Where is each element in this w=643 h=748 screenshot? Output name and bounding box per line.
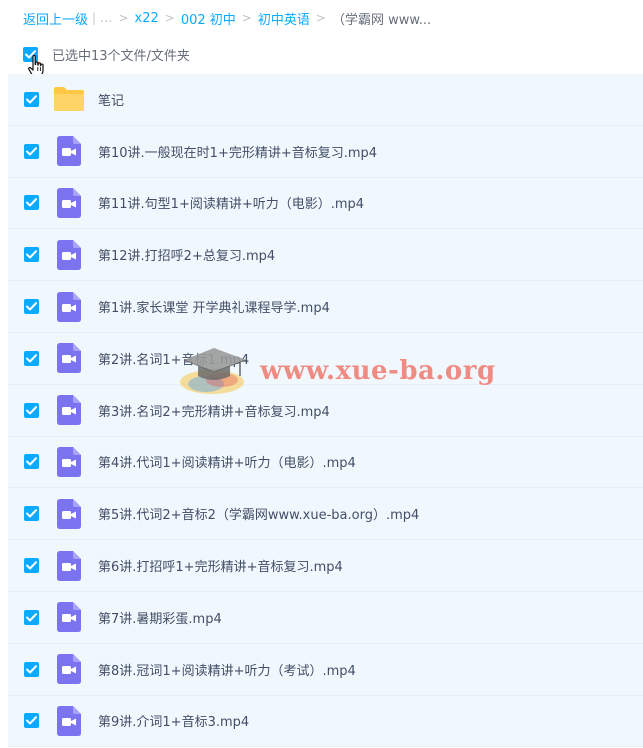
file-name[interactable]: 第10讲.一般现在时1+完形精讲+音标复习.mp4 [98, 142, 377, 161]
video-file-icon [53, 342, 85, 374]
file-row[interactable]: 第12讲.打招呼2+总复习.mp4 [8, 229, 643, 282]
video-file-icon [53, 291, 85, 323]
file-name[interactable]: 第6讲.打招呼1+完形精讲+音标复习.mp4 [98, 556, 343, 575]
file-name[interactable]: 笔记 [98, 90, 124, 109]
file-row[interactable]: 第9讲.介词1+音标3.mp4 [8, 695, 643, 748]
file-row[interactable]: 第5讲.代词2+音标2（学霸网www.xue-ba.org）.mp4 [8, 488, 643, 541]
video-file-icon [53, 239, 85, 271]
row-checkbox[interactable] [24, 609, 39, 625]
row-checkbox[interactable] [24, 713, 39, 729]
row-checkbox[interactable] [24, 299, 39, 315]
video-file-icon [53, 705, 85, 737]
video-file-icon [53, 601, 85, 633]
file-name[interactable]: 第3讲.名词2+完形精讲+音标复习.mp4 [98, 401, 330, 420]
selection-count-label: 已选中13个文件/文件夹 [52, 48, 190, 64]
row-checkbox[interactable] [24, 661, 39, 677]
breadcrumb-separator: > [241, 11, 252, 25]
file-name[interactable]: 第9讲.介词1+音标3.mp4 [98, 711, 249, 730]
file-row[interactable]: 第4讲.代词1+阅读精讲+听力（电影）.mp4 [8, 436, 643, 489]
file-row[interactable]: 笔记 [8, 74, 643, 126]
breadcrumb-separator: > [118, 11, 129, 25]
video-file-icon [53, 187, 85, 219]
breadcrumb-divider: | [92, 11, 97, 25]
breadcrumb: 返回上一级 | ... > x22 > 002 初中 > 初中英语 > （学霸网… [23, 8, 431, 28]
breadcrumb-separator: > [164, 11, 175, 25]
row-checkbox[interactable] [24, 402, 39, 418]
file-row[interactable]: 第3讲.名词2+完形精讲+音标复习.mp4 [8, 384, 643, 437]
file-name[interactable]: 第7讲.暑期彩蛋.mp4 [98, 608, 222, 627]
breadcrumb-current: （学霸网 www... [331, 12, 432, 28]
breadcrumb-separator: > [315, 11, 326, 25]
file-row[interactable]: 第7讲.暑期彩蛋.mp4 [8, 591, 643, 644]
row-checkbox[interactable] [24, 506, 39, 522]
row-checkbox[interactable] [24, 91, 39, 107]
row-checkbox[interactable] [24, 143, 39, 159]
file-name[interactable]: 第5讲.代词2+音标2（学霸网www.xue-ba.org）.mp4 [98, 504, 419, 523]
folder-icon [53, 83, 85, 115]
select-all-bar: 已选中13个文件/文件夹 [23, 44, 190, 64]
file-row[interactable]: 第8讲.冠词1+阅读精讲+听力（考试）.mp4 [8, 643, 643, 696]
back-link[interactable]: 返回上一级 [23, 9, 88, 28]
file-name[interactable]: 第2讲.名词1+音标1.mp4 [98, 349, 249, 368]
file-row[interactable]: 第1讲.家长课堂 开学典礼课程导学.mp4 [8, 281, 643, 333]
video-file-icon [53, 394, 85, 426]
file-name[interactable]: 第12讲.打招呼2+总复习.mp4 [98, 245, 275, 264]
video-file-icon [53, 135, 85, 167]
file-list: 笔记第10讲.一般现在时1+完形精讲+音标复习.mp4 第11讲.句型1+阅读精讲… [8, 74, 643, 748]
file-name[interactable]: 第11讲.句型1+阅读精讲+听力（电影）.mp4 [98, 193, 364, 212]
row-checkbox[interactable] [24, 195, 39, 211]
video-file-icon [53, 653, 85, 685]
video-file-icon [53, 550, 85, 582]
row-checkbox[interactable] [24, 558, 39, 574]
file-name[interactable]: 第4讲.代词1+阅读精讲+听力（电影）.mp4 [98, 452, 356, 471]
file-row[interactable]: 第2讲.名词1+音标1.mp4 [8, 332, 643, 385]
video-file-icon [53, 498, 85, 530]
select-all-checkbox[interactable] [23, 46, 38, 62]
file-row[interactable]: 第6讲.打招呼1+完形精讲+音标复习.mp4 [8, 540, 643, 592]
breadcrumb-item-junior-high[interactable]: 002 初中 [181, 9, 236, 28]
breadcrumb-ellipsis[interactable]: ... [100, 11, 112, 26]
breadcrumb-item-english[interactable]: 初中英语 [258, 9, 310, 28]
breadcrumb-item-x22[interactable]: x22 [135, 11, 159, 26]
file-row[interactable]: 第11讲.句型1+阅读精讲+听力（电影）.mp4 [8, 177, 643, 230]
file-row[interactable]: 第10讲.一般现在时1+完形精讲+音标复习.mp4 [8, 125, 643, 178]
file-name[interactable]: 第8讲.冠词1+阅读精讲+听力（考试）.mp4 [98, 660, 356, 679]
file-name[interactable]: 第1讲.家长课堂 开学典礼课程导学.mp4 [98, 297, 330, 316]
row-checkbox[interactable] [24, 247, 39, 263]
row-checkbox[interactable] [24, 350, 39, 366]
video-file-icon [53, 446, 85, 478]
row-checkbox[interactable] [24, 454, 39, 470]
